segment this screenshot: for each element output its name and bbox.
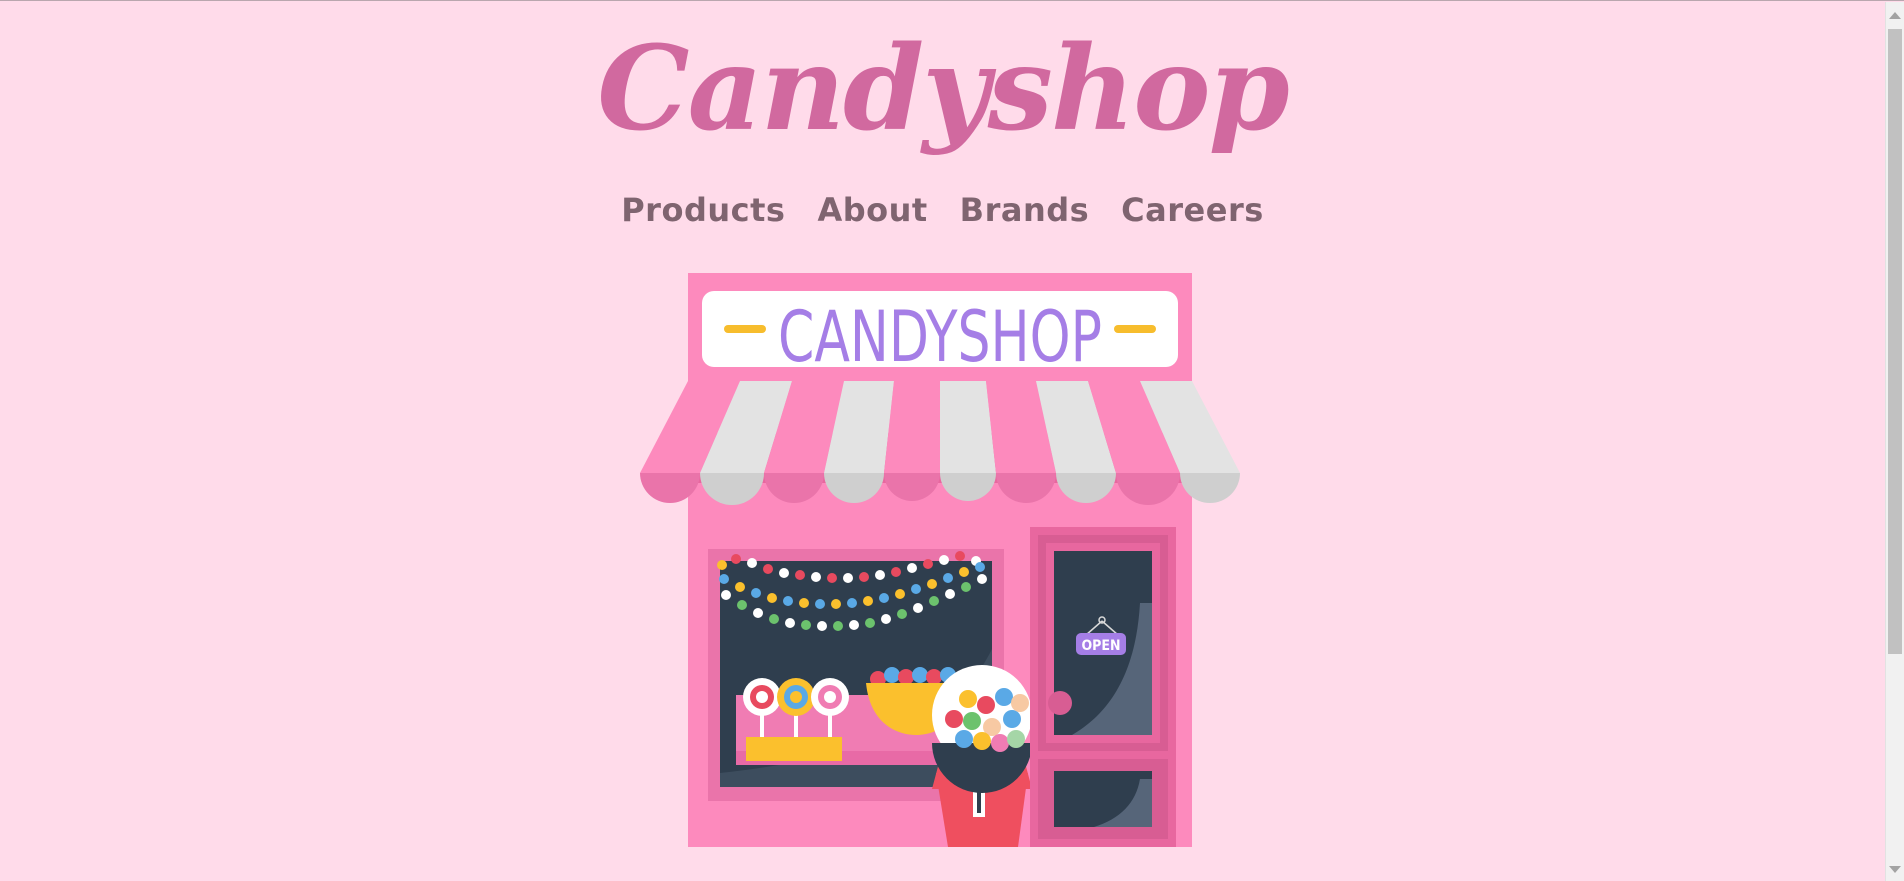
- sign-dash-left: [724, 325, 766, 333]
- scrollbar-thumb[interactable]: [1888, 29, 1902, 654]
- page: Candyshop Products About Brands Careers …: [0, 1, 1885, 881]
- nav-careers[interactable]: Careers: [1121, 191, 1264, 229]
- nav-about[interactable]: About: [817, 191, 927, 229]
- nav-brands[interactable]: Brands: [960, 191, 1090, 229]
- nav-products[interactable]: Products: [621, 191, 785, 229]
- vertical-scrollbar[interactable]: [1885, 2, 1904, 881]
- scroll-down-arrow-icon[interactable]: [1889, 866, 1901, 873]
- scroll-up-arrow-icon[interactable]: [1889, 12, 1901, 19]
- sign-text: CANDYSHOP: [778, 296, 1102, 378]
- door-knob: [1048, 691, 1072, 715]
- site-logo[interactable]: Candyshop: [0, 19, 1885, 159]
- gumball-machine: [932, 665, 1032, 847]
- sign-dash-right: [1114, 325, 1156, 333]
- open-sign-text: OPEN: [1081, 638, 1120, 654]
- candyshop-storefront-illustration: CANDYSHOP OPEN: [640, 273, 1240, 847]
- main-nav: Products About Brands Careers: [0, 191, 1885, 229]
